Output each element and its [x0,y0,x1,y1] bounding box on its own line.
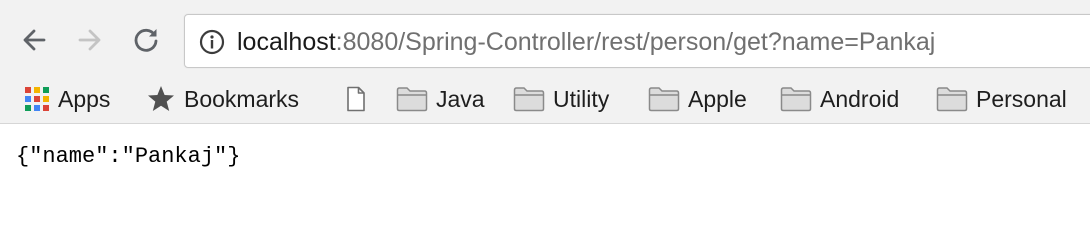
browser-chrome: localhost:8080/Spring-Controller/rest/pe… [0,0,1090,124]
folder-icon [648,87,680,112]
back-button[interactable] [14,20,54,60]
folder-icon [936,87,968,112]
url-text[interactable]: localhost:8080/Spring-Controller/rest/pe… [237,27,935,57]
info-icon[interactable] [199,29,225,55]
folder-icon [513,87,545,112]
bookmark-bookmarks[interactable]: Bookmarks [146,81,299,117]
bookmark-page[interactable] [346,81,366,117]
bookmark-label: Bookmarks [184,85,300,112]
apps-grid-icon [25,87,49,111]
json-response-text: {"name":"Pankaj"} [16,144,241,169]
bookmark-folder-utility[interactable]: Utility [513,81,609,117]
bookmark-label: Java [436,85,485,112]
bookmark-label: Apple [688,85,747,112]
reload-icon [134,28,158,52]
reload-button[interactable] [126,20,166,60]
bookmark-apps[interactable]: Apps [24,81,110,117]
bookmark-folder-personal[interactable]: Personal [936,81,1067,117]
page-icon [347,86,365,112]
bookmark-label: Personal [976,85,1067,112]
url-host: localhost [237,28,336,56]
folder-icon [396,87,428,112]
address-bar[interactable]: localhost:8080/Spring-Controller/rest/pe… [184,14,1090,68]
star-icon [148,86,174,111]
bookmark-label: Apps [58,85,111,112]
url-path: :8080/Spring-Controller/rest/person/get?… [335,28,936,56]
browser-toolbar: localhost:8080/Spring-Controller/rest/pe… [0,0,1090,78]
forward-arrow-icon [78,29,101,51]
bookmark-label: Utility [553,85,610,112]
bookmarks-bar: Apps Bookmarks Java Utility Apple Androi… [0,78,1090,124]
bookmark-folder-android[interactable]: Android [780,81,899,117]
back-arrow-icon [23,29,46,51]
forward-button[interactable] [70,20,110,60]
folder-icon [780,87,812,112]
bookmark-folder-apple[interactable]: Apple [648,81,747,117]
bookmark-label: Android [820,85,900,112]
bookmark-folder-java[interactable]: Java [396,81,485,117]
